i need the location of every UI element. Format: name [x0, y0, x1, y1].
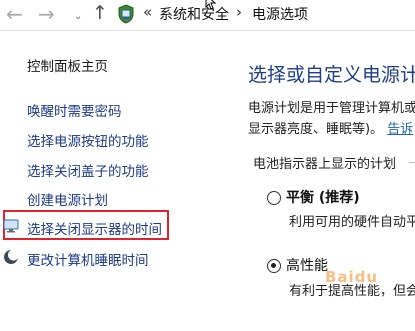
plans-header: 电池指示器上显示的计划 — [253, 157, 397, 172]
sidebar-item-sleep-time[interactable]: 更改计算机睡眠时间 — [27, 249, 149, 269]
radio-selected-dot — [271, 263, 276, 268]
breadcrumb-overflow-icon[interactable]: « — [143, 3, 152, 21]
sidebar-item-power-button[interactable]: 选择电源按钮的功能 — [27, 130, 149, 150]
description-line-1: 电源计划是用于管理计算机或 — [248, 101, 415, 116]
sidebar-home-link[interactable]: 控制面板主页 — [27, 55, 108, 75]
tell-me-more-link[interactable]: 告诉 — [387, 122, 413, 137]
high-performance-plan-radio[interactable] — [267, 259, 281, 273]
display-monitor-icon — [3, 219, 19, 233]
description-line-2: 显示器亮度、睡眠等)。 告诉 — [248, 118, 413, 137]
sidebar-item-wake-password[interactable]: 唤醒时需要密码 — [27, 100, 122, 120]
breadcrumb-separator-icon[interactable]: › — [236, 3, 242, 21]
recent-locations-chevron-icon[interactable]: ⌄ — [74, 6, 82, 28]
watermark: Baidu — [325, 268, 379, 286]
sidebar-item-display-off[interactable]: 选择关闭显示器的时间 — [27, 218, 162, 238]
balanced-plan-radio[interactable] — [267, 191, 281, 205]
sidebar-item-create-plan[interactable]: 创建电源计划 — [27, 189, 108, 209]
page-title: 选择或自定义电源计 — [248, 64, 415, 86]
back-arrow-icon[interactable]: ← — [6, 3, 23, 25]
sleep-moon-icon — [4, 249, 19, 264]
description-text: 显示器亮度、睡眠等)。 — [248, 122, 384, 137]
high-performance-plan-label[interactable]: 高性能 — [286, 255, 328, 275]
plans-header-divider — [409, 162, 415, 163]
breadcrumb-power-options[interactable]: 电源选项 — [252, 4, 308, 24]
forward-arrow-icon[interactable]: → — [38, 3, 55, 25]
balanced-plan-description: 利用可用的硬件自动平 — [289, 215, 415, 230]
up-arrow-icon[interactable]: ↑ — [92, 2, 108, 24]
address-bar: ← → ⌄ ↑ « 系统和安全 › 电源选项 — [0, 0, 415, 31]
balanced-plan-label[interactable]: 平衡 (推荐) — [286, 187, 360, 207]
mouse-cursor-icon — [205, 0, 217, 10]
sidebar-item-lid-close[interactable]: 选择关闭盖子的功能 — [27, 160, 149, 180]
control-panel-shield-icon — [118, 4, 134, 24]
